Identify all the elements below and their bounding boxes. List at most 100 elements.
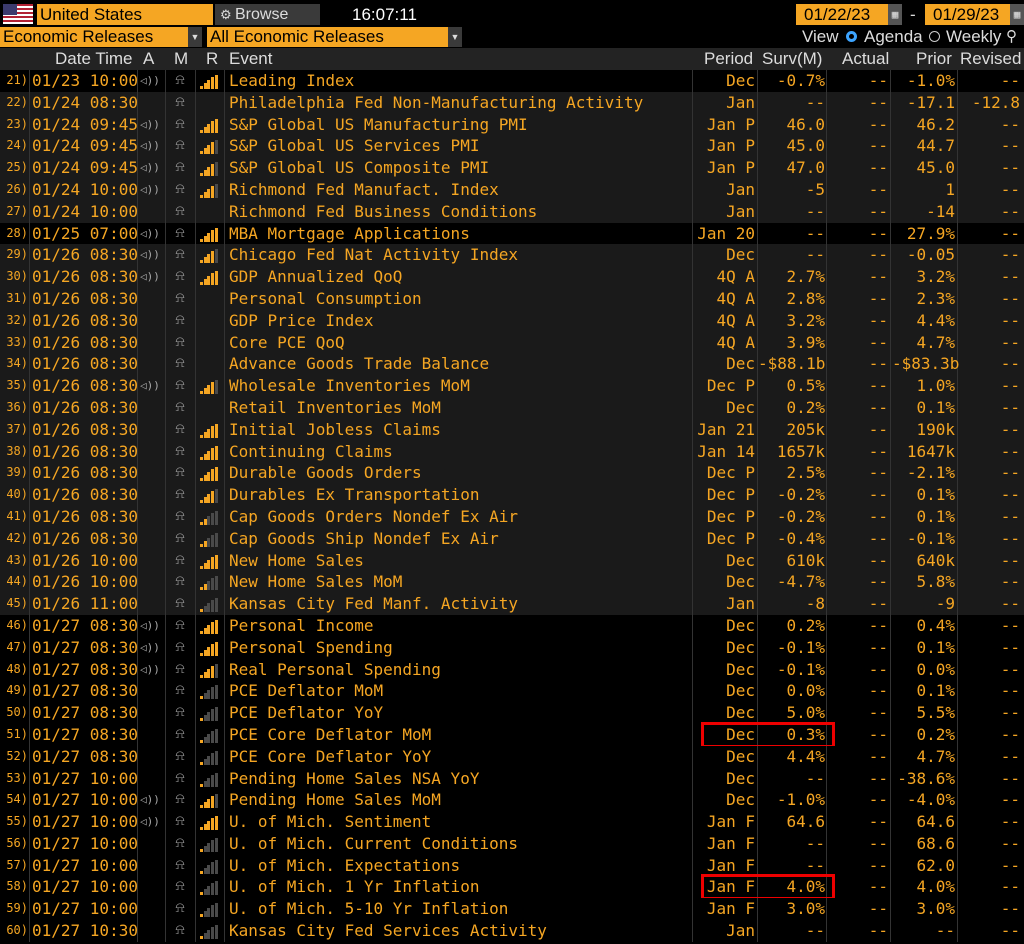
row-event[interactable]: Personal Consumption	[229, 288, 422, 310]
row-number[interactable]: 49)	[0, 680, 28, 702]
bell-icon[interactable]: ⍾	[170, 724, 190, 746]
bell-icon[interactable]: ⍾	[170, 288, 190, 310]
row-number[interactable]: 39)	[0, 462, 28, 484]
row-number[interactable]: 59)	[0, 898, 28, 920]
bell-icon[interactable]: ⍾	[170, 266, 190, 288]
row-number[interactable]: 25)	[0, 157, 28, 179]
row-number[interactable]: 38)	[0, 441, 28, 463]
speaker-icon[interactable]: ◁))	[140, 266, 160, 288]
table-row[interactable]: 43) 01/26 10:00 ⍾ New Home Sales Dec 610k -- 64…	[0, 549, 1024, 572]
table-row[interactable]: 46) 01/27 08:30 ◁)) ⍾ Personal Income Dec 0.2%…	[0, 614, 1024, 637]
row-number[interactable]: 41)	[0, 506, 28, 528]
bell-icon[interactable]: ⍾	[170, 855, 190, 877]
table-row[interactable]: 50) 01/27 08:30 ⍾ PCE Deflator YoY Dec 5.0% --…	[0, 702, 1024, 724]
row-number[interactable]: 36)	[0, 397, 28, 419]
table-row[interactable]: 45) 01/26 11:00 ⍾ Kansas City Fed Manf. Act…	[0, 593, 1024, 615]
row-event[interactable]: New Home Sales	[229, 550, 364, 572]
bell-icon[interactable]: ⍾	[170, 789, 190, 811]
table-row[interactable]: 34) 01/26 08:30 ⍾ Advance Goods Trade Balan…	[0, 353, 1024, 376]
speaker-icon[interactable]: ◁))	[140, 114, 160, 136]
table-row[interactable]: 49) 01/27 08:30 ⍾ PCE Deflator MoM Dec 0.0% --…	[0, 680, 1024, 703]
weekly-radio[interactable]	[929, 31, 940, 42]
row-number[interactable]: 40)	[0, 484, 28, 506]
row-event[interactable]: PCE Core Deflator YoY	[229, 746, 431, 768]
speaker-icon[interactable]: ◁))	[140, 179, 160, 201]
end-date-input[interactable]: 01/29/23	[925, 4, 1010, 25]
bell-icon[interactable]: ⍾	[170, 70, 190, 92]
bell-icon[interactable]: ⍾	[170, 310, 190, 332]
table-row[interactable]: 26) 01/24 10:00 ◁)) ⍾ Richmond Fed Manufact.…	[0, 178, 1024, 201]
bell-icon[interactable]: ⍾	[170, 484, 190, 506]
bell-icon[interactable]: ⍾	[170, 768, 190, 790]
bell-icon[interactable]: ⍾	[170, 419, 190, 441]
row-event[interactable]: Philadelphia Fed Non-Manufacturing Activ…	[229, 92, 643, 114]
row-number[interactable]: 21)	[0, 70, 28, 92]
speaker-icon[interactable]: ◁))	[140, 811, 160, 833]
bell-icon[interactable]: ⍾	[170, 833, 190, 855]
bell-icon[interactable]: ⍾	[170, 680, 190, 702]
speaker-icon[interactable]: ◁))	[140, 789, 160, 811]
bell-icon[interactable]: ⍾	[170, 550, 190, 572]
col-m[interactable]: M	[174, 48, 188, 70]
table-row[interactable]: 36) 01/26 08:30 ⍾ Retail Inventories MoM Dec…	[0, 396, 1024, 419]
row-number[interactable]: 47)	[0, 637, 28, 659]
row-event[interactable]: S&P Global US Services PMI	[229, 135, 479, 157]
bell-icon[interactable]: ⍾	[170, 92, 190, 114]
bell-icon[interactable]: ⍾	[170, 441, 190, 463]
col-r[interactable]: R	[206, 48, 218, 70]
table-row[interactable]: 22) 01/24 08:30 ⍾ Philadelphia Fed Non-Manu…	[0, 91, 1024, 114]
row-number[interactable]: 45)	[0, 593, 28, 615]
speaker-icon[interactable]: ◁))	[140, 223, 160, 245]
calendar-icon[interactable]: ▦	[888, 4, 902, 25]
row-number[interactable]: 24)	[0, 135, 28, 157]
col-datetime[interactable]: Date Time	[55, 48, 132, 70]
col-surv[interactable]: Surv(M)	[762, 48, 822, 70]
row-number[interactable]: 32)	[0, 310, 28, 332]
weekly-label[interactable]: Weekly	[946, 27, 1001, 47]
row-event[interactable]: Retail Inventories MoM	[229, 397, 441, 419]
row-event[interactable]: Richmond Fed Business Conditions	[229, 201, 537, 223]
chevron-down-icon[interactable]: ▼	[448, 27, 462, 47]
row-number[interactable]: 33)	[0, 332, 28, 354]
bell-icon[interactable]: ⍾	[170, 746, 190, 768]
table-row[interactable]: 57) 01/27 10:00 ⍾ U. of Mich. Expectations J…	[0, 854, 1024, 877]
bell-icon[interactable]: ⍾	[170, 920, 190, 942]
row-number[interactable]: 51)	[0, 724, 28, 746]
bell-icon[interactable]: ⍾	[170, 223, 190, 245]
row-number[interactable]: 27)	[0, 201, 28, 223]
country-select[interactable]: United States	[37, 4, 213, 25]
row-event[interactable]: Cap Goods Orders Nondef Ex Air	[229, 506, 518, 528]
bell-icon[interactable]: ⍾	[170, 528, 190, 550]
bell-icon[interactable]: ⍾	[170, 244, 190, 266]
row-number[interactable]: 54)	[0, 789, 28, 811]
row-event[interactable]: Chicago Fed Nat Activity Index	[229, 244, 518, 266]
table-row[interactable]: 35) 01/26 08:30 ◁)) ⍾ Wholesale Inventories …	[0, 375, 1024, 397]
bell-icon[interactable]: ⍾	[170, 615, 190, 637]
row-event[interactable]: Leading Index	[229, 70, 354, 92]
row-event[interactable]: U. of Mich. 5-10 Yr Inflation	[229, 898, 508, 920]
speaker-icon[interactable]: ◁))	[140, 375, 160, 397]
table-row[interactable]: 51) 01/27 08:30 ⍾ PCE Core Deflator MoM Dec 0…	[0, 721, 1024, 749]
table-row[interactable]: 52) 01/27 08:30 ⍾ PCE Core Deflator YoY Dec 4…	[0, 745, 1024, 768]
speaker-icon[interactable]: ◁))	[140, 659, 160, 681]
table-row[interactable]: 30) 01/26 08:30 ◁)) ⍾ GDP Annualized QoQ 4Q A…	[0, 266, 1024, 288]
row-event[interactable]: U. of Mich. Sentiment	[229, 811, 431, 833]
table-row[interactable]: 47) 01/27 08:30 ◁)) ⍾ Personal Spending Dec -0…	[0, 636, 1024, 659]
row-event[interactable]: Cap Goods Ship Nondef Ex Air	[229, 528, 499, 550]
row-event[interactable]: Personal Income	[229, 615, 374, 637]
category-dropdown[interactable]: Economic Releases ▼	[0, 27, 202, 47]
table-row[interactable]: 31) 01/26 08:30 ⍾ Personal Consumption 4Q A 2…	[0, 287, 1024, 310]
table-row[interactable]: 48) 01/27 08:30 ◁)) ⍾ Real Personal Spending…	[0, 658, 1024, 681]
row-event[interactable]: Wholesale Inventories MoM	[229, 375, 470, 397]
speaker-icon[interactable]: ◁))	[140, 244, 160, 266]
bell-icon[interactable]: ⍾	[170, 135, 190, 157]
agenda-label[interactable]: Agenda	[864, 27, 923, 47]
col-revised[interactable]: Revised	[960, 48, 1021, 70]
table-row[interactable]: 21) 01/23 10:00 ◁)) ⍾ Leading Index Dec -0.7% -…	[0, 70, 1024, 92]
col-actual[interactable]: Actual	[842, 48, 889, 70]
row-number[interactable]: 30)	[0, 266, 28, 288]
row-event[interactable]: New Home Sales MoM	[229, 571, 402, 593]
settings-icon[interactable]: ⚲	[1006, 27, 1017, 47]
table-row[interactable]: 29) 01/26 08:30 ◁)) ⍾ Chicago Fed Nat Activi…	[0, 244, 1024, 267]
row-event[interactable]: Kansas City Fed Services Activity	[229, 920, 547, 942]
